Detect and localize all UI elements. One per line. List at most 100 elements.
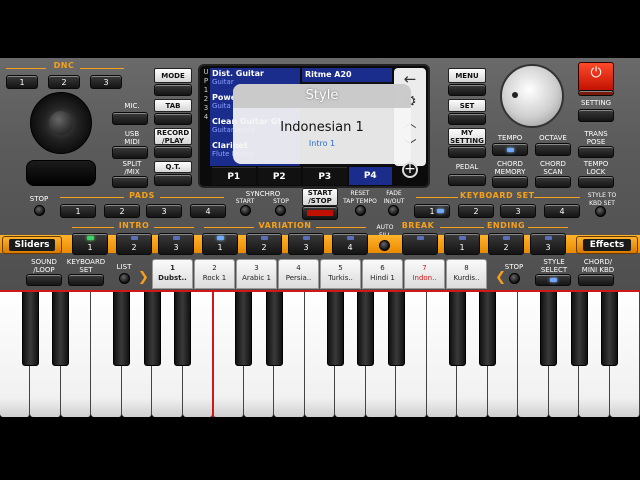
black-key[interactable] xyxy=(265,290,283,366)
setting-button[interactable] xyxy=(578,109,614,122)
transpose-button[interactable] xyxy=(578,146,614,158)
dnc-button-3[interactable]: 3 xyxy=(90,75,122,89)
pad-button-2[interactable]: 2 xyxy=(104,204,140,218)
chord-scan-button[interactable] xyxy=(535,176,571,188)
tab-p2[interactable]: P2 xyxy=(257,167,301,185)
led xyxy=(507,148,514,152)
keyboard-set-button-2[interactable]: 2 xyxy=(458,204,494,218)
chevron-left-icon[interactable]: ❯ xyxy=(138,270,150,286)
set-button[interactable]: SET xyxy=(448,99,486,112)
menu-button[interactable]: MENU xyxy=(448,68,486,83)
list-button[interactable] xyxy=(119,273,130,284)
ending-button-3[interactable]: 3 xyxy=(530,233,566,255)
dnc-button-2[interactable]: 2 xyxy=(48,75,80,89)
black-key[interactable] xyxy=(570,290,588,366)
tab-button[interactable]: TAB xyxy=(154,99,192,112)
sound-loop-button[interactable] xyxy=(26,274,62,286)
black-key[interactable] xyxy=(174,290,192,366)
octave-button[interactable] xyxy=(535,143,571,156)
qt-button[interactable]: Q.T. xyxy=(154,161,192,173)
fade-button[interactable] xyxy=(388,205,399,216)
split-mix-button[interactable] xyxy=(112,176,148,188)
black-key[interactable] xyxy=(21,290,39,366)
usb-midi-button[interactable] xyxy=(112,146,148,159)
style-to-kbd-button[interactable] xyxy=(595,206,606,217)
tab-sub-button[interactable] xyxy=(154,113,192,125)
black-key[interactable] xyxy=(143,290,161,366)
tempo-button[interactable] xyxy=(492,143,528,156)
mic-button[interactable] xyxy=(112,112,148,125)
volume-knob[interactable] xyxy=(500,64,564,128)
style-slot-4[interactable]: 4 Persia.. xyxy=(278,259,319,289)
black-key[interactable] xyxy=(540,290,558,366)
chevron-right-icon[interactable]: ❯ xyxy=(494,270,506,286)
variation-button-2[interactable]: 2 xyxy=(246,233,282,255)
tab-p3[interactable]: P3 xyxy=(303,167,347,185)
button-label: 1 xyxy=(87,243,93,252)
pads-stop-button[interactable] xyxy=(34,205,45,216)
set-sub-button[interactable] xyxy=(448,113,486,125)
menu-sub-button[interactable] xyxy=(448,84,486,96)
black-key[interactable] xyxy=(479,290,497,366)
intro-button-3[interactable]: 3 xyxy=(158,233,194,255)
add-icon[interactable]: + xyxy=(402,162,418,178)
tab-p4[interactable]: P4 xyxy=(348,167,392,185)
tab-p1[interactable]: P1 xyxy=(212,167,256,185)
style-slot-5[interactable]: 5 Turkis.. xyxy=(320,259,361,289)
keyboard-set-bottom-button[interactable] xyxy=(68,274,104,286)
variation-button-3[interactable]: 3 xyxy=(288,233,324,255)
style-slot-8[interactable]: 8 Kurdis.. xyxy=(446,259,487,289)
record-play-button[interactable]: RECORD /PLAY xyxy=(154,128,192,145)
dnc-joystick[interactable] xyxy=(30,92,92,154)
style-slot-6[interactable]: 6 Hindi 1 xyxy=(362,259,403,289)
my-setting-button[interactable]: MY SETTING xyxy=(448,128,486,145)
synchro-stop-button[interactable] xyxy=(275,205,286,216)
reset-button[interactable] xyxy=(355,205,366,216)
style-slot-2[interactable]: 2 Rock 1 xyxy=(194,259,235,289)
piano-keyboard[interactable] xyxy=(0,290,640,418)
mode-button[interactable]: MODE xyxy=(154,68,192,83)
dnc-button-1[interactable]: 1 xyxy=(6,75,38,89)
break-button[interactable] xyxy=(402,233,438,255)
intro-button-1[interactable]: 1 xyxy=(72,233,108,255)
intro-button-2[interactable]: 2 xyxy=(116,233,152,255)
keyboard-set-button-4[interactable]: 4 xyxy=(544,204,580,218)
black-key[interactable] xyxy=(113,290,131,366)
variation-button-1[interactable]: 1 xyxy=(202,233,238,255)
qt-sub-button[interactable] xyxy=(154,174,192,186)
ending-button-2[interactable]: 2 xyxy=(488,233,524,255)
black-key[interactable] xyxy=(326,290,344,366)
style-select-button[interactable] xyxy=(535,274,571,286)
pad-button-4[interactable]: 4 xyxy=(190,204,226,218)
ending-button-1[interactable]: 1 xyxy=(444,233,480,255)
black-key[interactable] xyxy=(52,290,70,366)
chord-mini-button[interactable] xyxy=(578,274,614,286)
sliders-button[interactable]: Sliders xyxy=(2,236,62,254)
auto-fill-button[interactable] xyxy=(379,240,390,251)
black-key[interactable] xyxy=(357,290,375,366)
effects-button[interactable]: Effects xyxy=(576,236,638,254)
black-key[interactable] xyxy=(448,290,466,366)
black-key[interactable] xyxy=(235,290,253,366)
style-slot-7[interactable]: 7 Indon.. xyxy=(404,259,445,289)
black-key[interactable] xyxy=(387,290,405,366)
keyboard-set-button-1[interactable]: 1 xyxy=(414,204,450,218)
pitch-wheel[interactable] xyxy=(26,160,96,186)
pad-button-3[interactable]: 3 xyxy=(146,204,182,218)
black-key[interactable] xyxy=(601,290,619,366)
chord-memory-button[interactable] xyxy=(492,176,528,188)
keyboard-set-button-3[interactable]: 3 xyxy=(500,204,536,218)
synchro-start-button[interactable] xyxy=(240,205,251,216)
power-button[interactable]: ⏻ xyxy=(578,62,614,92)
style-stop-button[interactable] xyxy=(509,273,520,284)
record-sub-button[interactable] xyxy=(154,146,192,158)
start-stop-button[interactable] xyxy=(302,206,338,220)
variation-button-4[interactable]: 4 xyxy=(332,233,368,255)
style-slot-3[interactable]: 3 Arabic 1 xyxy=(236,259,277,289)
mode-sub-button[interactable] xyxy=(154,84,192,96)
pedal-button[interactable] xyxy=(448,174,486,186)
tempo-lock-button[interactable] xyxy=(578,176,614,188)
style-slot-1[interactable]: 1 Dubst.. xyxy=(152,259,193,289)
pad-button-1[interactable]: 1 xyxy=(60,204,96,218)
my-setting-sub-button[interactable] xyxy=(448,146,486,158)
